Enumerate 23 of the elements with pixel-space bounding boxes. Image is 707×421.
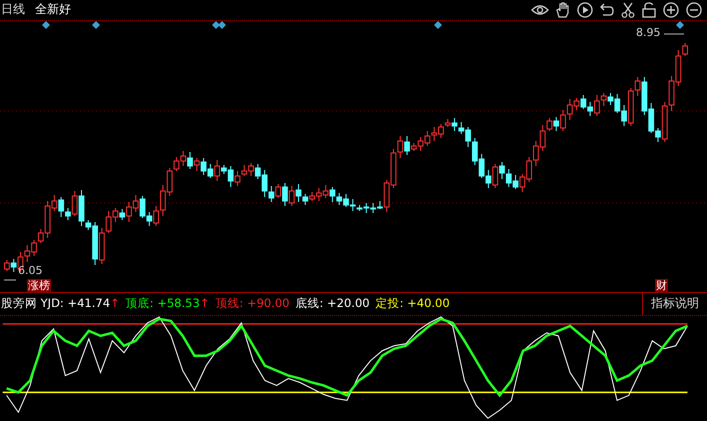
indicator-value: 定投: +40.00	[376, 296, 450, 312]
price-low-label: 6.05	[18, 264, 42, 277]
indicator-value: 股旁网 YJD: +41.74↑	[1, 296, 120, 312]
indicator-value: 底线: +20.00	[296, 296, 370, 312]
lock-icon[interactable]	[642, 2, 656, 18]
chart-badge[interactable]: 涨榜	[27, 278, 51, 293]
indicator-value: 顶线: +90.00	[215, 296, 290, 312]
indicator-value: 顶底: +58.53↑	[126, 296, 210, 312]
play-icon[interactable]	[577, 2, 593, 18]
hand-icon[interactable]	[556, 2, 570, 18]
period-label[interactable]: 日线	[1, 1, 25, 18]
signal-marker-icon	[434, 20, 442, 29]
eye-icon[interactable]	[531, 2, 549, 17]
undo-icon[interactable]	[600, 2, 614, 17]
stock-name: 全新好	[35, 1, 71, 18]
scissors-icon[interactable]	[621, 2, 635, 18]
signal-marker-icon	[92, 20, 100, 29]
zoom-out-icon[interactable]	[686, 2, 702, 18]
zoom-in-icon[interactable]	[663, 2, 679, 18]
signal-marker-icon	[42, 20, 50, 29]
price-high-label: 8.95	[636, 26, 660, 39]
signal-marker-icon	[676, 20, 684, 29]
chart-badge[interactable]: 财	[655, 278, 668, 293]
